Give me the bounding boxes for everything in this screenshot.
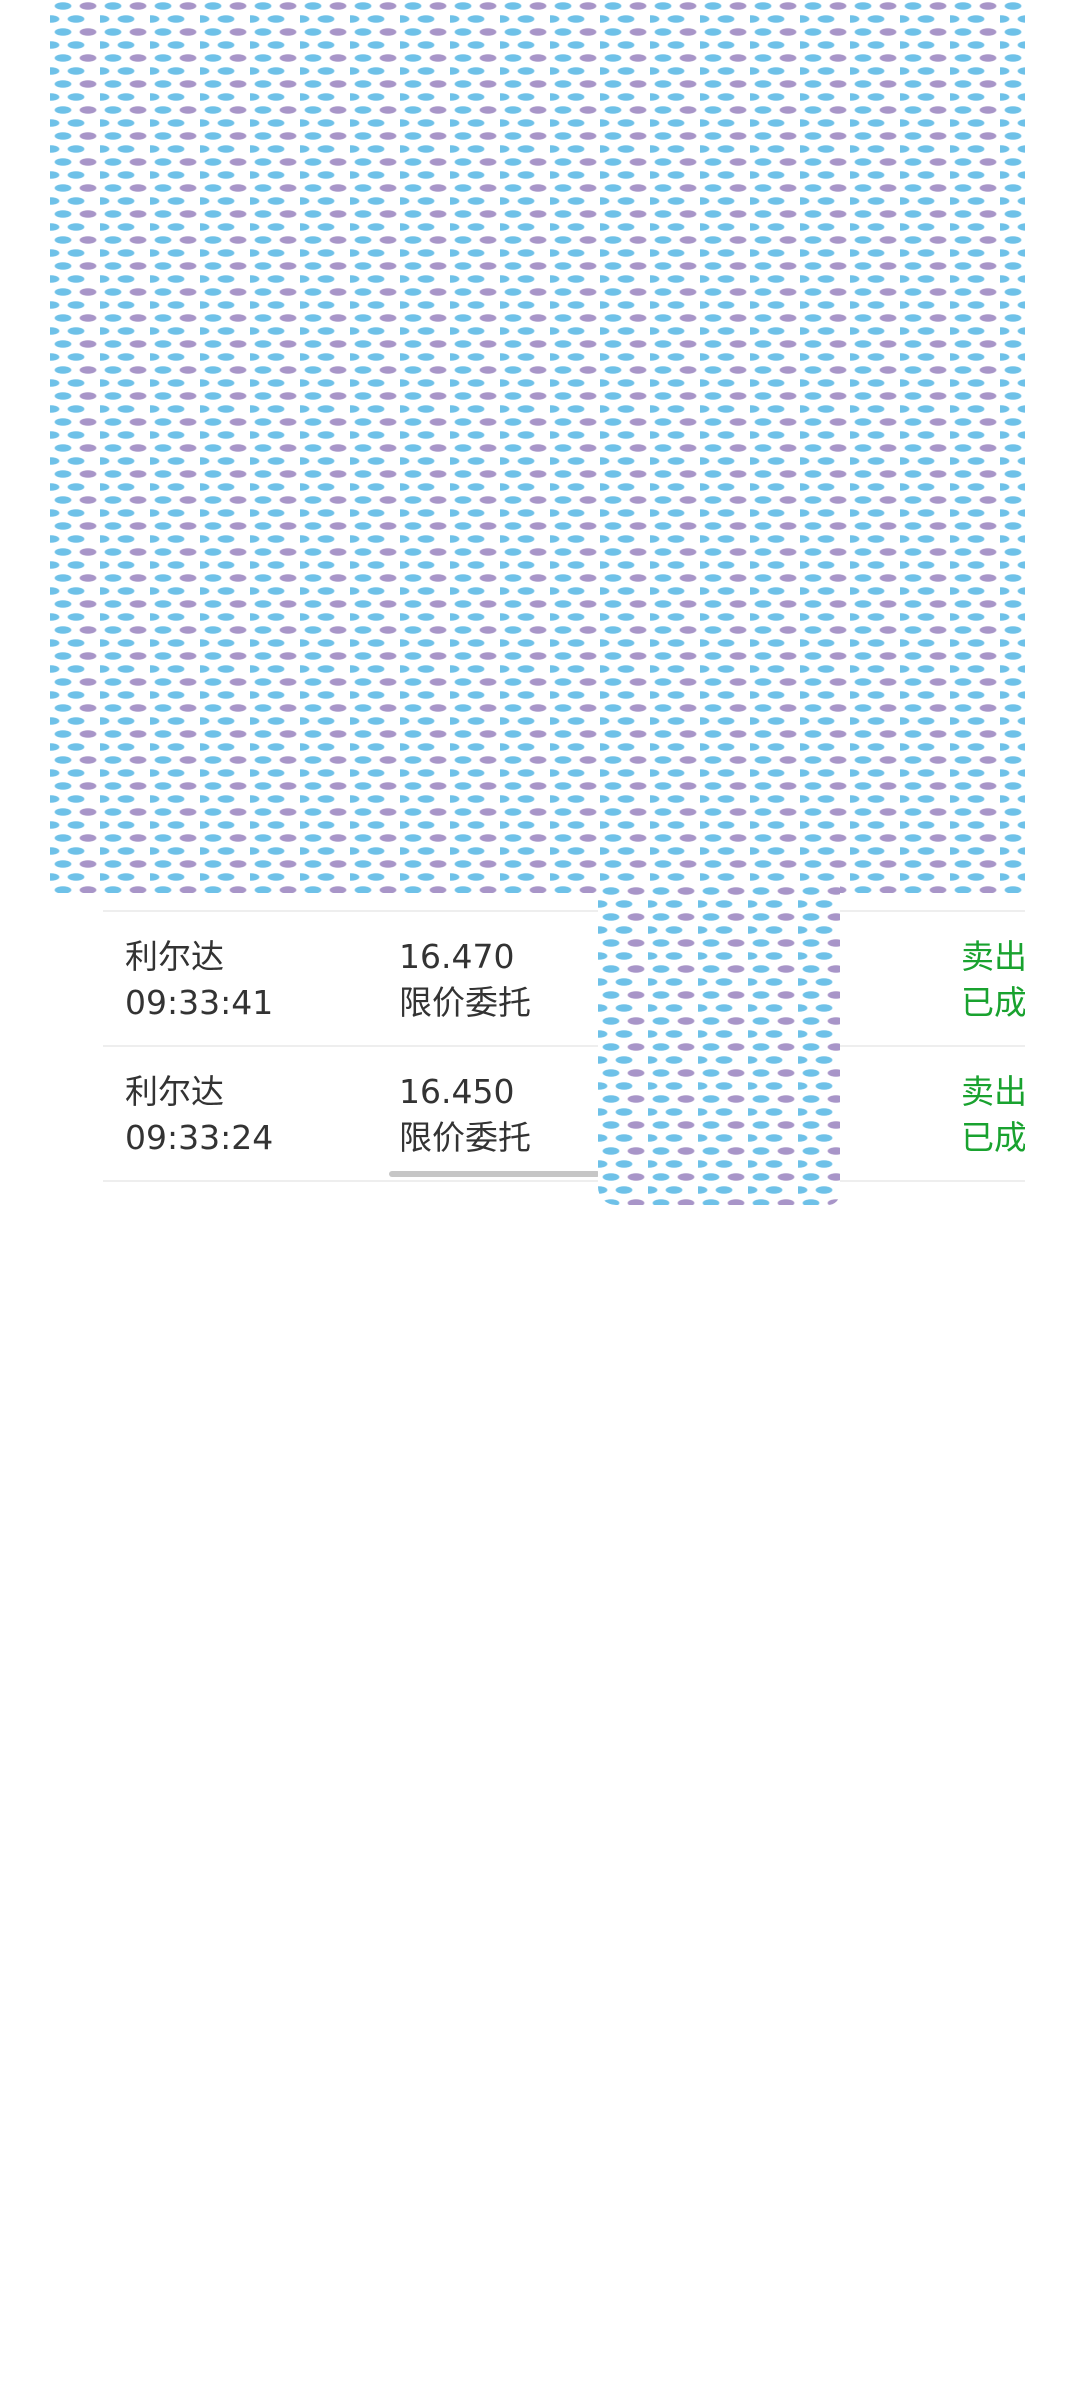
order-status: 已成	[961, 1118, 1025, 1157]
order-direction: 卖出	[961, 1072, 1025, 1111]
order-type: 限价委托	[399, 1118, 531, 1157]
privacy-mosaic-overlay-cell	[598, 885, 840, 1205]
horizontal-scroll-indicator[interactable]	[389, 1171, 600, 1177]
order-direction: 卖出	[961, 937, 1025, 976]
order-status: 已成	[961, 983, 1025, 1022]
stock-cell: 利尔达 09:33:24	[125, 1069, 273, 1161]
order-price: 16.470	[399, 937, 515, 976]
order-time: 09:33:41	[125, 983, 274, 1022]
stock-name: 利尔达	[125, 937, 224, 976]
price-cell: 16.450 限价委托	[399, 1069, 531, 1161]
status-cell: 卖出 已成	[961, 934, 1025, 1026]
order-type: 限价委托	[399, 983, 531, 1022]
stock-cell: 利尔达 09:33:41	[125, 934, 273, 1026]
privacy-mosaic-overlay	[50, 0, 1025, 893]
price-cell: 16.470 限价委托	[399, 934, 531, 1026]
stock-name: 利尔达	[125, 1072, 224, 1111]
order-time: 09:33:24	[125, 1118, 274, 1157]
order-row[interactable]: 利尔达 09:33:41 16.470 限价委托 卖出 已成	[103, 910, 1025, 1047]
screen: 利尔达 09:33:41 16.470 限价委托 卖出 已成 利尔达 09:33…	[0, 0, 1080, 2400]
status-cell: 卖出 已成	[961, 1069, 1025, 1161]
order-price: 16.450	[399, 1072, 515, 1111]
order-row[interactable]: 利尔达 09:33:24 16.450 限价委托 卖出 已成	[103, 1047, 1025, 1182]
order-list: 利尔达 09:33:41 16.470 限价委托 卖出 已成 利尔达 09:33…	[103, 910, 1025, 1182]
